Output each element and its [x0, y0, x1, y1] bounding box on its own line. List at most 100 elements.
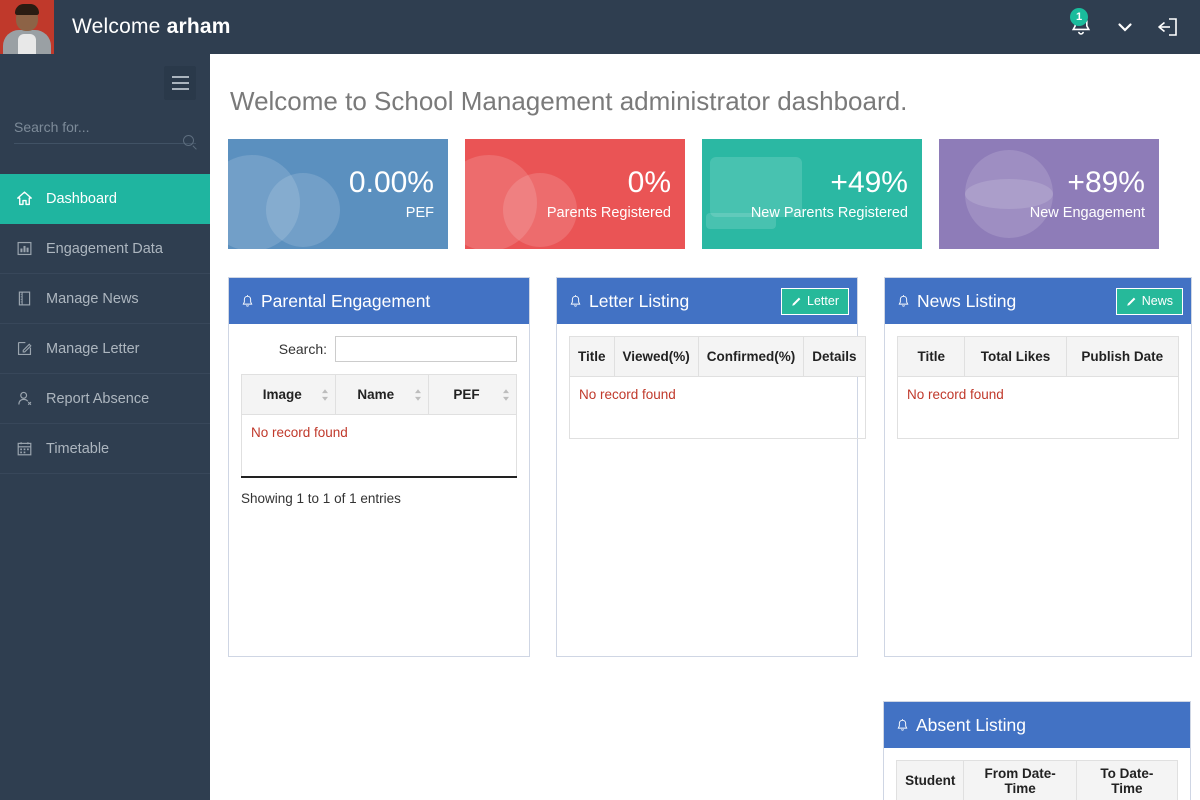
sidebar-item-dashboard[interactable]: Dashboard — [0, 174, 210, 224]
panel-header: Parental Engagement — [229, 278, 529, 324]
table-header-row: Title Viewed(%) Confirmed(%) Details — [569, 336, 866, 377]
avatar[interactable] — [0, 0, 54, 54]
sidebar-toggle-button[interactable] — [164, 66, 196, 100]
add-letter-button[interactable]: Letter — [781, 287, 849, 315]
add-news-button[interactable]: News — [1115, 287, 1183, 315]
bell-icon — [897, 718, 908, 731]
table-body: No record found — [241, 414, 517, 477]
column-header-name[interactable]: Name — [334, 374, 429, 415]
table-head: Title Total Likes Publish Date — [896, 336, 1180, 377]
sort-arrows-icon — [415, 388, 421, 401]
table-header-row: Title Total Likes Publish Date — [896, 336, 1180, 377]
column-header-image[interactable]: Image — [241, 374, 336, 415]
panel-header: Letter Listing Letter — [557, 278, 857, 324]
stat-card-new-engagement[interactable]: +89% New Engagement — [939, 139, 1159, 249]
stat-value: +89% — [1067, 165, 1145, 199]
panel-header: News Listing News — [885, 278, 1191, 324]
panel-parental-engagement: Parental Engagement Search: Image Name P… — [228, 277, 530, 657]
logout-icon[interactable] — [1156, 15, 1178, 39]
sidebar-item-report-absence[interactable]: Report Absence — [0, 374, 210, 424]
column-header-to-date-time: To Date-Time — [1075, 760, 1179, 800]
user-remove-icon — [18, 391, 32, 406]
panel-title: Parental Engagement — [261, 290, 431, 311]
notifications-button[interactable]: 1 — [1068, 8, 1094, 42]
panel-body: Title Viewed(%) Confirmed(%) Details No … — [557, 324, 866, 451]
column-header-total-likes: Total Likes — [964, 336, 1067, 377]
sidebar-item-label: Engagement Data — [46, 240, 163, 257]
panel-absent-listing: Absent Listing Student From Date-Time To… — [883, 701, 1191, 800]
panel-title: News Listing — [917, 290, 1017, 311]
column-header-viewed: Viewed(%) — [613, 336, 699, 377]
letter-table: Title Viewed(%) Confirmed(%) Details No … — [569, 336, 866, 439]
top-header-bar: Welcome arham 1 — [0, 0, 1200, 54]
button-label: Letter — [807, 294, 839, 308]
column-label: PEF — [453, 387, 480, 402]
pencil-icon — [792, 297, 801, 306]
stat-card-parents-registered[interactable]: 0% Parents Registered — [465, 139, 685, 249]
search-input[interactable] — [14, 114, 196, 144]
stat-card-new-parents-registered[interactable]: +49% New Parents Registered — [702, 139, 922, 249]
table-info: Showing 1 to 1 of 1 entries — [241, 490, 401, 506]
column-header-details: Details — [803, 336, 866, 377]
bell-icon — [242, 294, 253, 307]
stat-value: 0.00% — [348, 165, 434, 199]
stat-card-pef[interactable]: 0.00% PEF — [228, 139, 448, 249]
header-actions: 1 — [1068, 8, 1200, 42]
button-label: News — [1141, 294, 1173, 308]
notification-badge: 1 — [1070, 8, 1088, 26]
panel-news-listing: News Listing News Title Total Likes Publ… — [884, 277, 1192, 657]
search-icon — [183, 135, 194, 146]
avatar-hair — [15, 4, 39, 15]
sidebar-search — [14, 114, 196, 156]
chevron-down-icon[interactable] — [1116, 18, 1134, 36]
empty-message: No record found — [241, 414, 517, 477]
search-label: Search: — [278, 341, 327, 357]
welcome-prefix: Welcome — [72, 15, 161, 38]
avatar-shirt — [18, 34, 36, 54]
dashboard-page: Welcome arham 1 Search for... Dashboard … — [0, 0, 1200, 800]
welcome-text: Welcome arham — [72, 15, 231, 39]
stat-cards: 0.00% PEF 0% Parents Registered +49% New… — [228, 139, 1200, 249]
table-head: Image Name PEF — [241, 374, 517, 415]
stat-value: +49% — [830, 165, 908, 199]
sidebar-toggle-row — [0, 54, 210, 114]
sidebar-item-manage-news[interactable]: Manage News — [0, 274, 210, 324]
sidebar-nav: Dashboard Engagement Data Manage News Ma… — [0, 174, 210, 474]
home-icon — [17, 191, 32, 206]
news-table: Title Total Likes Publish Date No record… — [896, 336, 1180, 439]
table-body: No record found — [897, 376, 1179, 439]
panel-body: Student From Date-Time To Date-Time — [884, 748, 1190, 800]
sidebar-item-label: Dashboard — [46, 190, 117, 207]
sidebar-item-engagement-data[interactable]: Engagement Data — [0, 224, 210, 274]
table-head: Title Viewed(%) Confirmed(%) Details — [569, 336, 866, 377]
calendar-icon — [17, 442, 32, 456]
sidebar-item-manage-letter[interactable]: Manage Letter — [0, 324, 210, 374]
stat-label: New Parents Registered — [750, 204, 908, 221]
panel-letter-listing: Letter Listing Letter Title Viewed(%) Co… — [556, 277, 866, 657]
stat-label: PEF — [405, 204, 434, 221]
column-header-title: Title — [896, 336, 966, 377]
empty-message: No record found — [569, 376, 866, 439]
panel-header: Absent Listing — [884, 702, 1190, 748]
sidebar-item-label: Timetable — [46, 440, 110, 457]
sidebar-item-timetable[interactable]: Timetable — [0, 424, 210, 474]
table-search-input[interactable] — [335, 336, 517, 362]
table-row: No record found — [241, 414, 517, 477]
circle-decoration — [266, 173, 340, 247]
column-header-pef[interactable]: PEF — [428, 374, 517, 415]
sort-arrows-icon — [503, 388, 509, 401]
column-label: Image — [262, 387, 302, 402]
table-header-row: Image Name PEF — [241, 374, 517, 415]
bell-icon — [570, 294, 581, 307]
sidebar-item-label: Report Absence — [46, 390, 150, 407]
panel-title: Absent Listing — [916, 714, 1026, 735]
panel-title: Letter Listing — [589, 290, 690, 311]
table-head: Student From Date-Time To Date-Time — [895, 760, 1179, 800]
stat-value: 0% — [627, 165, 671, 199]
panel-body: Search: Image Name PEF No record found S… — [229, 324, 529, 518]
column-header-student: Student — [895, 760, 965, 800]
engagement-table: Image Name PEF No record found — [241, 374, 517, 478]
welcome-username: arham — [166, 15, 231, 38]
stat-label: Parents Registered — [546, 204, 671, 221]
book-icon — [18, 291, 31, 306]
